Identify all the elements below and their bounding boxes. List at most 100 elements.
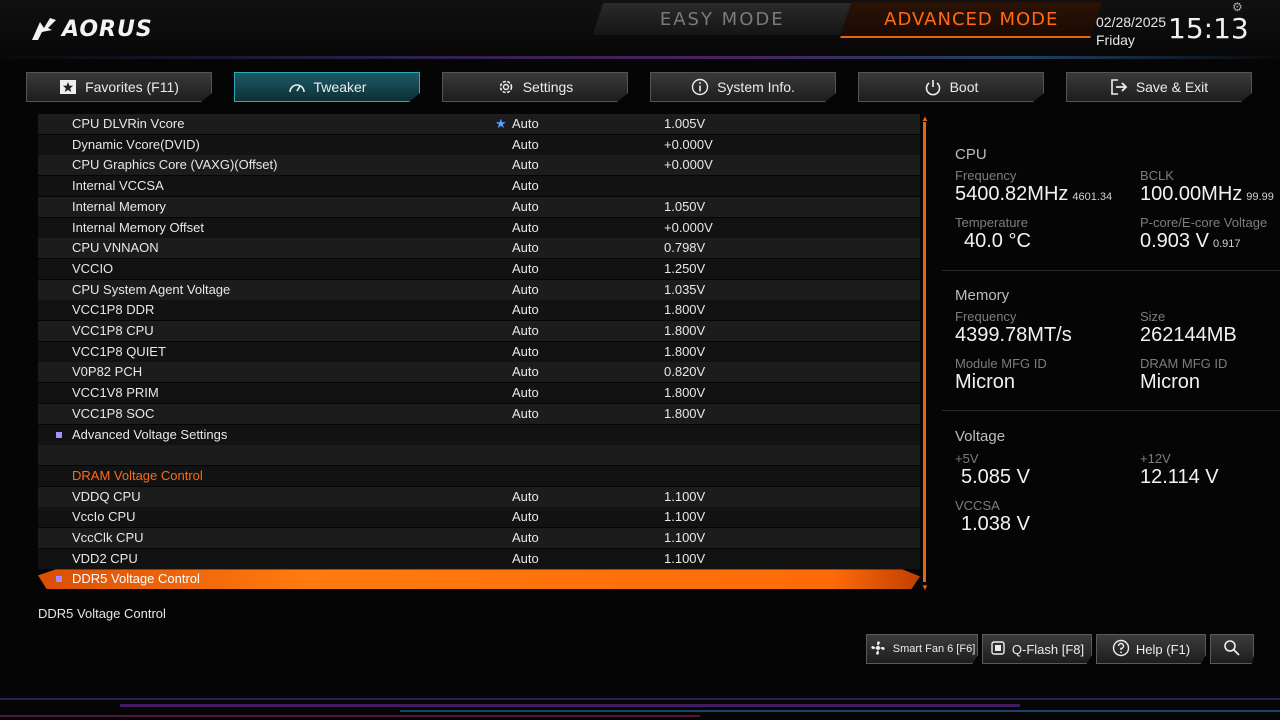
memory-module-mfg-value: Micron	[955, 371, 1016, 393]
memory-module-mfg: Module MFG ID Micron	[955, 356, 1125, 394]
setting-row[interactable]: VCC1P8 CPU Auto 1.800V	[38, 321, 920, 341]
setting-row[interactable]: VCC1P8 DDR Auto 1.800V	[38, 300, 920, 321]
setting-option[interactable]: Auto	[512, 218, 539, 238]
setting-option[interactable]: Auto	[512, 321, 539, 341]
setting-option[interactable]: Auto	[512, 135, 539, 155]
setting-label: V0P82 PCH	[72, 364, 143, 380]
cpu-frequency-value: 5400.82MHz	[955, 183, 1069, 205]
smart-fan-button[interactable]: Smart Fan 6 [F6]	[866, 634, 978, 664]
setting-row[interactable]: VccIo CPU Auto 1.100V	[38, 507, 920, 528]
setting-option[interactable]: Auto	[512, 528, 539, 548]
setting-value: 1.100V	[664, 550, 706, 566]
scroll-down-arrow-icon[interactable]: ▼	[921, 583, 929, 592]
tab-settings-label: Settings	[522, 79, 574, 95]
setting-option[interactable]: Auto	[512, 155, 539, 175]
favorite-star-icon[interactable]: ★	[495, 114, 507, 134]
setting-label: VCC1V8 PRIM	[72, 385, 159, 401]
setting-option[interactable]: Auto	[512, 197, 539, 217]
scroll-thumb[interactable]	[923, 122, 926, 582]
setting-row[interactable]: ★ CPU DLVRin Vcore Auto 1.005V	[38, 114, 920, 134]
submenu-item[interactable]: Advanced Voltage Settings	[38, 424, 920, 445]
setting-row[interactable]: CPU Graphics Core (VAXG)(Offset) Auto +0.0…	[38, 155, 920, 176]
setting-row[interactable]: VCC1V8 PRIM Auto 1.800V	[38, 383, 920, 404]
setting-row[interactable]: VCCIO Auto 1.250V	[38, 258, 920, 279]
setting-row[interactable]: CPU VNNAON Auto 0.798V	[38, 238, 920, 259]
setting-label: Internal Memory	[72, 198, 166, 214]
setting-row[interactable]: VCC1P8 QUIET Auto 1.800V	[38, 341, 920, 362]
cpu-bclk-label: BCLK	[1140, 168, 1174, 183]
setting-row[interactable]: Internal Memory Offset Auto +0.000V	[38, 217, 920, 238]
setting-option[interactable]: Auto	[512, 487, 539, 507]
chip-icon	[990, 640, 1006, 659]
tab-save-exit[interactable]: Save & Exit	[1066, 72, 1252, 102]
scrollbar[interactable]: ▲ ▼	[921, 114, 929, 592]
setting-value: 1.800V	[664, 405, 706, 421]
memory-dram-mfg: DRAM MFG ID Micron	[1140, 356, 1280, 394]
setting-row[interactable]: VccClk CPU Auto 1.100V	[38, 528, 920, 548]
setting-row[interactable]: V0P82 PCH Auto 0.820V	[38, 362, 920, 383]
setting-row[interactable]: Dynamic Vcore(DVID) Auto +0.000V	[38, 134, 920, 155]
setting-row[interactable]: Internal VCCSA Auto	[38, 176, 920, 197]
tab-favorites[interactable]: Favorites (F11)	[26, 72, 212, 102]
setting-row[interactable]: Internal Memory Auto 1.050V	[38, 196, 920, 217]
tab-tweaker-label: Tweaker	[313, 79, 367, 95]
setting-label: CPU DLVRin Vcore	[72, 116, 185, 131]
setting-option[interactable]: Auto	[512, 383, 539, 403]
setting-row[interactable]: VCC1P8 SOC Auto 1.800V	[38, 403, 920, 424]
setting-option[interactable]: Auto	[512, 300, 539, 320]
eagle-icon	[32, 18, 56, 40]
setting-option[interactable]: Auto	[512, 549, 539, 569]
setting-option[interactable]: Auto	[512, 507, 539, 527]
speedometer-icon	[288, 78, 306, 96]
easy-mode-tab[interactable]: EASY MODE	[592, 3, 852, 35]
setting-label: VCC1P8 QUIET	[72, 343, 166, 359]
setting-option[interactable]: Auto	[512, 176, 539, 196]
setting-value: 1.800V	[664, 323, 706, 338]
setting-option[interactable]: Auto	[512, 404, 539, 424]
setting-value: 1.100V	[664, 509, 706, 525]
setting-value: 1.035V	[664, 281, 706, 297]
setting-option[interactable]: Auto	[512, 342, 539, 362]
setting-label: Dynamic Vcore(DVID)	[72, 136, 200, 152]
settings-gear-icon[interactable]: ⚙	[1232, 0, 1243, 14]
cpu-voltage-label: P-core/E-core Voltage	[1140, 215, 1268, 230]
tab-tweaker[interactable]: Tweaker	[234, 72, 420, 102]
setting-label: VCC1P8 CPU	[72, 323, 154, 338]
panel-divider	[942, 410, 1280, 411]
setting-value: 0.798V	[664, 240, 706, 256]
hardware-monitor-panel: CPU Frequency 5400.82MHz 4601.34 BCLK 100…	[942, 124, 1280, 570]
section-header[interactable]: DRAM Voltage Control	[38, 465, 920, 486]
help-button[interactable]: Help (F1)	[1096, 634, 1206, 664]
voltage-12v-label: +12V	[1140, 451, 1171, 466]
qflash-label: Q-Flash [F8]	[1011, 641, 1085, 657]
setting-row[interactable]: VDDQ CPU Auto 1.100V	[38, 486, 920, 507]
setting-option[interactable]: Auto	[512, 238, 539, 258]
tab-system-info[interactable]: System Info.	[650, 72, 836, 102]
setting-label: VccIo CPU	[72, 509, 136, 525]
power-icon	[924, 78, 942, 96]
setting-value: 1.100V	[664, 530, 706, 545]
setting-option[interactable]: Auto	[512, 362, 539, 382]
setting-row[interactable]: CPU System Agent Voltage Auto 1.035V	[38, 279, 920, 300]
cpu-temperature: Temperature 40.0 °C	[955, 215, 1125, 253]
submenu-bullet-icon	[56, 576, 62, 583]
setting-option[interactable]: Auto	[512, 259, 539, 279]
header-stripe	[0, 56, 1280, 59]
panel-divider	[942, 270, 1280, 271]
search-button[interactable]	[1210, 634, 1254, 664]
setting-value: 1.800V	[664, 302, 706, 318]
submenu-item[interactable]: DDR5 Voltage Control	[38, 569, 920, 590]
setting-option[interactable]: Auto	[512, 114, 539, 134]
info-icon	[691, 78, 709, 96]
setting-row[interactable]: VDD2 CPU Auto 1.100V	[38, 548, 920, 569]
qflash-button[interactable]: Q-Flash [F8]	[982, 634, 1092, 664]
setting-option[interactable]: Auto	[512, 280, 539, 300]
setting-value: 0.820V	[664, 364, 706, 380]
tab-boot[interactable]: Boot	[858, 72, 1044, 102]
setting-value: +0.000V	[664, 157, 713, 173]
tab-settings[interactable]: Settings	[442, 72, 628, 102]
setting-row	[38, 445, 920, 466]
advanced-mode-tab[interactable]: ADVANCED MODE	[840, 2, 1102, 38]
submenu-bullet-icon	[56, 431, 62, 438]
cpu-bclk: BCLK 100.00MHz 99.99	[1140, 168, 1280, 206]
